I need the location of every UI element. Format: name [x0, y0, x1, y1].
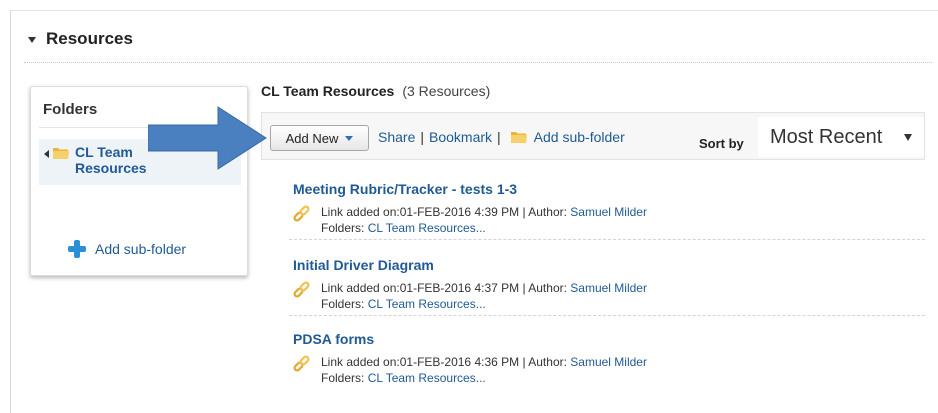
- folder-icon: [52, 146, 70, 160]
- row-divider: [289, 239, 925, 240]
- resource-toolbar: Add New Share | Bookmark | Add sub-folde…: [261, 112, 925, 160]
- header-divider: [24, 62, 932, 63]
- share-link[interactable]: Share: [378, 129, 415, 145]
- dropdown-caret-icon: [904, 134, 912, 141]
- current-folder-name: CL Team Resources: [261, 83, 395, 99]
- author-link[interactable]: Samuel Milder: [570, 205, 647, 219]
- chevron-down-icon: [345, 135, 354, 141]
- list-item: PDSA forms Link added on:01-FEB-2016 4:3…: [293, 331, 925, 385]
- resource-added-info: Link added on:01-FEB-2016 4:36 PM | Auth…: [321, 355, 571, 369]
- section-title: Resources: [46, 29, 133, 48]
- list-item: Initial Driver Diagram Link added on:01-…: [289, 257, 925, 316]
- folder-link[interactable]: CL Team Resources...: [368, 297, 486, 311]
- author-link[interactable]: Samuel Milder: [570, 355, 647, 369]
- resource-meta: Link added on:01-FEB-2016 4:39 PM | Auth…: [293, 203, 647, 236]
- section-header[interactable]: Resources: [28, 28, 133, 50]
- separator: |: [497, 129, 501, 145]
- resource-added-info: Link added on:01-FEB-2016 4:37 PM | Auth…: [321, 281, 571, 295]
- folders-prefix: Folders:: [321, 221, 368, 235]
- row-divider: [289, 315, 925, 316]
- collapse-caret-icon[interactable]: [28, 37, 36, 43]
- add-new-button[interactable]: Add New: [270, 125, 369, 151]
- expand-caret-icon[interactable]: [44, 150, 49, 158]
- add-new-label: Add New: [285, 130, 339, 146]
- resource-title-link[interactable]: Initial Driver Diagram: [293, 257, 925, 273]
- folder-link[interactable]: CL Team Resources...: [368, 221, 486, 235]
- content-title: CL Team Resources (3 Resources): [261, 83, 490, 99]
- resource-title-link[interactable]: Meeting Rubric/Tracker - tests 1-3: [293, 181, 925, 197]
- add-subfolder-label[interactable]: Add sub-folder: [95, 241, 186, 257]
- author-link[interactable]: Samuel Milder: [570, 281, 647, 295]
- resource-added-info: Link added on:01-FEB-2016 4:39 PM | Auth…: [321, 205, 571, 219]
- add-subfolder-button[interactable]: Add sub-folder: [67, 239, 186, 259]
- plus-icon: [67, 239, 87, 259]
- sort-select[interactable]: Most Recent: [758, 117, 924, 157]
- folder-link[interactable]: CL Team Resources...: [368, 371, 486, 385]
- resource-meta: Link added on:01-FEB-2016 4:37 PM | Auth…: [293, 279, 647, 312]
- resource-meta: Link added on:01-FEB-2016 4:36 PM | Auth…: [293, 353, 647, 386]
- folders-prefix: Folders:: [321, 371, 368, 385]
- callout-arrow-icon: [148, 106, 267, 170]
- sort-by-label: Sort by: [699, 136, 744, 151]
- link-icon: [293, 205, 311, 223]
- bookmark-link[interactable]: Bookmark: [429, 129, 492, 145]
- link-icon: [293, 355, 311, 373]
- toolbar-links: Share | Bookmark | Add sub-folder: [378, 129, 625, 145]
- resource-count: (3 Resources): [402, 83, 491, 99]
- folders-prefix: Folders:: [321, 297, 368, 311]
- sort-select-value: Most Recent: [770, 125, 883, 148]
- folder-icon: [510, 130, 528, 144]
- folders-title: Folders: [43, 101, 98, 118]
- list-item: Meeting Rubric/Tracker - tests 1-3 Link …: [289, 181, 925, 240]
- resource-title-link[interactable]: PDSA forms: [293, 331, 925, 347]
- link-icon: [293, 281, 311, 299]
- add-subfolder-link[interactable]: Add sub-folder: [534, 129, 625, 145]
- separator: |: [420, 129, 424, 145]
